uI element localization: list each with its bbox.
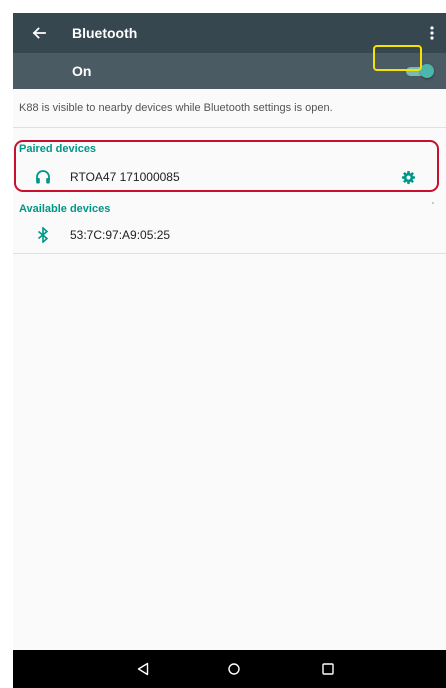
bluetooth-icon [33, 225, 53, 245]
nav-recents-button[interactable] [316, 657, 340, 681]
available-devices-header: Available devices [19, 203, 111, 215]
nav-home-button[interactable] [222, 657, 246, 681]
available-device-row[interactable]: 53:7C:97:A9:05:25 [13, 219, 446, 251]
arrow-back-icon [32, 27, 46, 39]
bluetooth-settings-screen: Bluetooth On K88 is visible to nearby de… [13, 13, 446, 688]
nav-home-circle-icon [228, 663, 240, 675]
paired-devices-highlight [14, 140, 439, 192]
divider [13, 253, 446, 254]
available-device-name: 53:7C:97:A9:05:25 [70, 228, 171, 242]
system-nav-bar [13, 650, 446, 688]
more-vert-icon [430, 26, 434, 40]
nav-recents-square-icon [322, 663, 334, 675]
page-title: Bluetooth [72, 25, 138, 41]
toggle-highlight [373, 45, 422, 71]
toggle-thumb [420, 64, 434, 78]
back-button[interactable] [27, 21, 51, 45]
visibility-notice: K88 is visible to nearby devices while B… [19, 102, 333, 114]
master-switch-label: On [72, 63, 92, 79]
divider [13, 127, 446, 128]
scroll-indicator [432, 202, 434, 204]
nav-back-triangle-icon [137, 662, 149, 676]
more-options-button[interactable] [422, 21, 442, 45]
nav-back-button[interactable] [131, 657, 155, 681]
